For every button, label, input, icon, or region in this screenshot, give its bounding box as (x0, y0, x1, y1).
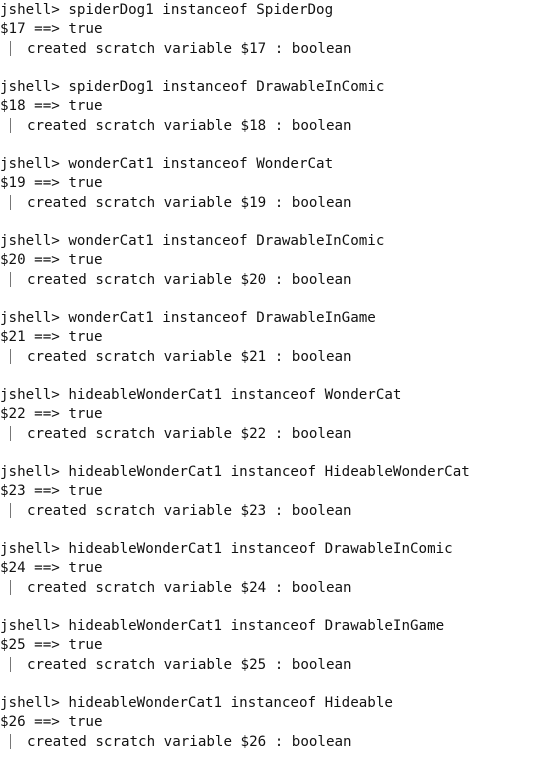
command-text: hideableWonderCat1 instanceof DrawableIn… (68, 618, 445, 634)
info-line: created scratch variable $25 : boolean (0, 656, 537, 675)
info-text: created scratch variable $25 : boolean (27, 656, 352, 673)
result-line: $17 ==> true (0, 21, 103, 38)
console-entry: jshell> hideableWonderCat1 instanceof Hi… (0, 694, 537, 771)
console-entry: jshell> hideableWonderCat1 instanceof Dr… (0, 617, 537, 694)
result-line: $22 ==> true (0, 406, 103, 423)
command-line: jshell> hideableWonderCat1 instanceof Hi… (0, 463, 537, 482)
info-bar-icon (10, 425, 11, 441)
jshell-console: jshell> spiderDog1 instanceof SpiderDog $… (0, 0, 537, 771)
info-line: created scratch variable $19 : boolean (0, 194, 537, 213)
command-line: jshell> spiderDog1 instanceof SpiderDog (0, 1, 537, 20)
info-line: created scratch variable $23 : boolean (0, 502, 537, 521)
info-text: created scratch variable $22 : boolean (27, 425, 352, 442)
prompt: jshell> (0, 156, 69, 172)
result-line: $18 ==> true (0, 98, 103, 115)
console-entry: jshell> wonderCat1 instanceof DrawableIn… (0, 232, 537, 309)
info-text: created scratch variable $26 : boolean (27, 733, 352, 750)
prompt: jshell> (0, 310, 69, 326)
info-bar-icon (10, 194, 11, 210)
info-bar-icon (10, 733, 11, 749)
command-text: spiderDog1 instanceof DrawableInComic (68, 79, 385, 95)
console-entry: jshell> wonderCat1 instanceof DrawableIn… (0, 309, 537, 386)
result-line: $20 ==> true (0, 252, 103, 269)
result-line: $21 ==> true (0, 329, 103, 346)
info-text: created scratch variable $21 : boolean (27, 348, 352, 365)
prompt: jshell> (0, 541, 69, 557)
console-entry: jshell> wonderCat1 instanceof WonderCat $… (0, 155, 537, 232)
command-text: hideableWonderCat1 instanceof Hideable (68, 695, 393, 711)
console-entry: jshell> spiderDog1 instanceof DrawableIn… (0, 78, 537, 155)
command-line: jshell> spiderDog1 instanceof DrawableIn… (0, 78, 537, 97)
info-bar-icon (10, 117, 11, 133)
info-line: created scratch variable $18 : boolean (0, 117, 537, 136)
command-line: jshell> hideableWonderCat1 instanceof Dr… (0, 617, 537, 636)
info-text: created scratch variable $24 : boolean (27, 579, 352, 596)
command-text: spiderDog1 instanceof SpiderDog (68, 2, 334, 18)
console-entry: jshell> hideableWonderCat1 instanceof Dr… (0, 540, 537, 617)
prompt: jshell> (0, 79, 69, 95)
info-line: created scratch variable $24 : boolean (0, 579, 537, 598)
command-text: wonderCat1 instanceof WonderCat (68, 156, 334, 172)
info-text: created scratch variable $19 : boolean (27, 194, 352, 211)
prompt: jshell> (0, 618, 69, 634)
command-text: hideableWonderCat1 instanceof WonderCat (68, 387, 402, 403)
info-bar-icon (10, 502, 11, 518)
prompt: jshell> (0, 233, 69, 249)
info-text: created scratch variable $17 : boolean (27, 40, 352, 57)
prompt: jshell> (0, 2, 69, 18)
info-line: created scratch variable $26 : boolean (0, 733, 537, 752)
command-line: jshell> hideableWonderCat1 instanceof Wo… (0, 386, 537, 405)
console-entry: jshell> spiderDog1 instanceof SpiderDog $… (0, 1, 537, 78)
info-bar-icon (10, 656, 11, 672)
result-line: $26 ==> true (0, 714, 103, 731)
info-bar-icon (10, 40, 11, 56)
console-entry: jshell> hideableWonderCat1 instanceof Hi… (0, 463, 537, 540)
command-text: wonderCat1 instanceof DrawableInGame (68, 310, 376, 326)
info-bar-icon (10, 348, 11, 364)
prompt: jshell> (0, 387, 69, 403)
command-text: hideableWonderCat1 instanceof HideableWo… (68, 464, 470, 480)
info-text: created scratch variable $23 : boolean (27, 502, 352, 519)
command-line: jshell> wonderCat1 instanceof DrawableIn… (0, 309, 537, 328)
info-text: created scratch variable $18 : boolean (27, 117, 352, 134)
info-bar-icon (10, 579, 11, 595)
command-line: jshell> hideableWonderCat1 instanceof Dr… (0, 540, 537, 559)
command-line: jshell> hideableWonderCat1 instanceof Hi… (0, 694, 537, 713)
console-entry: jshell> hideableWonderCat1 instanceof Wo… (0, 386, 537, 463)
command-text: hideableWonderCat1 instanceof DrawableIn… (68, 541, 453, 557)
command-text: wonderCat1 instanceof DrawableInComic (68, 233, 385, 249)
info-text: created scratch variable $20 : boolean (27, 271, 352, 288)
info-line: created scratch variable $17 : boolean (0, 40, 537, 59)
result-line: $25 ==> true (0, 637, 103, 654)
prompt: jshell> (0, 695, 69, 711)
info-line: created scratch variable $20 : boolean (0, 271, 537, 290)
info-bar-icon (10, 271, 11, 287)
info-line: created scratch variable $21 : boolean (0, 348, 537, 367)
prompt: jshell> (0, 464, 69, 480)
result-line: $23 ==> true (0, 483, 103, 500)
result-line: $24 ==> true (0, 560, 103, 577)
result-line: $19 ==> true (0, 175, 103, 192)
info-line: created scratch variable $22 : boolean (0, 425, 537, 444)
command-line: jshell> wonderCat1 instanceof DrawableIn… (0, 232, 537, 251)
command-line: jshell> wonderCat1 instanceof WonderCat (0, 155, 537, 174)
